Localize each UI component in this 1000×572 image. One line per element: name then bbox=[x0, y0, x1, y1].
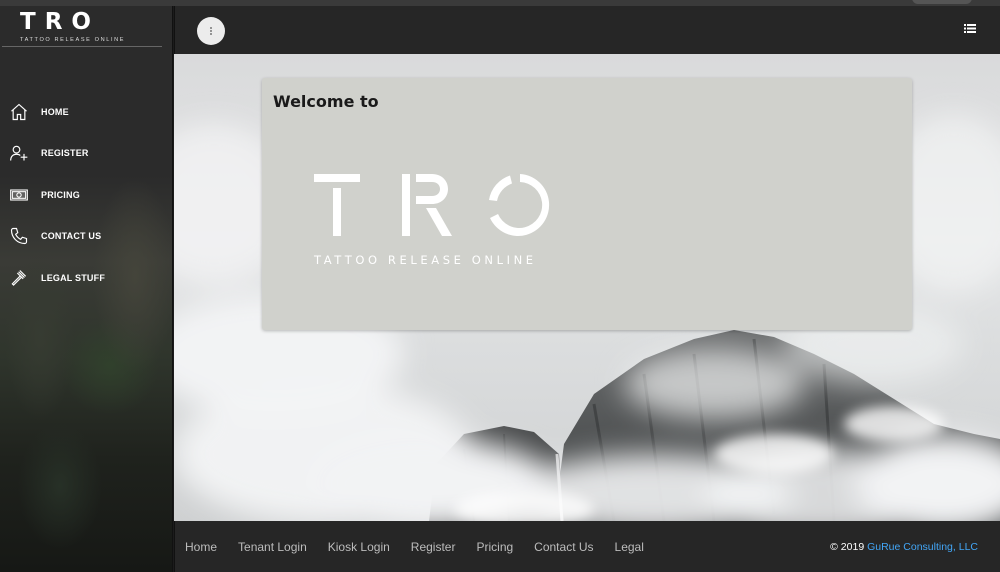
window-handle bbox=[912, 0, 972, 4]
copyright-prefix: © 2019 bbox=[830, 541, 868, 553]
list-view-icon[interactable] bbox=[964, 23, 976, 35]
footer-link-home[interactable]: Home bbox=[185, 540, 217, 554]
brand-logo-text: TRO bbox=[20, 9, 100, 35]
sidebar-item-label: CONTACT US bbox=[41, 231, 102, 242]
tro-logo-mark bbox=[314, 174, 550, 236]
card-logo: TATTOO RELEASE ONLINE bbox=[314, 174, 554, 274]
sidebar-item-label: HOME bbox=[41, 106, 69, 117]
welcome-card: Welcome to TATTOO RELEASE ONLINE bbox=[262, 78, 912, 330]
footer-link-kiosk-login[interactable]: Kiosk Login bbox=[328, 540, 390, 554]
sidebar-item-label: REGISTER bbox=[41, 148, 89, 159]
brand-tagline: TATTOO RELEASE ONLINE bbox=[20, 37, 126, 43]
phone-icon bbox=[8, 225, 30, 247]
card-logo-tagline: TATTOO RELEASE ONLINE bbox=[314, 253, 537, 267]
footer-links: Home Tenant Login Kiosk Login Register P… bbox=[185, 540, 665, 554]
brand-divider bbox=[2, 46, 162, 47]
more-vertical-icon bbox=[210, 27, 212, 35]
sidebar-nav: HOME REGISTER PRICING CONTACT US LEGAL S… bbox=[8, 91, 168, 299]
sidebar-item-contact-us[interactable]: CONTACT US bbox=[8, 216, 168, 258]
footer-link-pricing[interactable]: Pricing bbox=[476, 540, 513, 554]
more-menu-button[interactable] bbox=[197, 17, 225, 45]
footer-link-legal[interactable]: Legal bbox=[615, 540, 644, 554]
money-icon bbox=[8, 184, 30, 206]
hero-section: Welcome to TATTOO RELEASE ONLINE bbox=[174, 54, 1000, 521]
gavel-icon bbox=[8, 267, 30, 289]
sidebar-item-register[interactable]: REGISTER bbox=[8, 133, 168, 175]
footer: Home Tenant Login Kiosk Login Register P… bbox=[174, 521, 1000, 572]
footer-link-register[interactable]: Register bbox=[411, 540, 456, 554]
sidebar-item-label: LEGAL STUFF bbox=[41, 272, 106, 283]
footer-link-tenant-login[interactable]: Tenant Login bbox=[238, 540, 307, 554]
sidebar: TRO TATTOO RELEASE ONLINE HOME REGISTER … bbox=[0, 6, 173, 572]
sidebar-item-pricing[interactable]: PRICING bbox=[8, 174, 168, 216]
footer-link-contact-us[interactable]: Contact Us bbox=[534, 540, 593, 554]
sidebar-item-label: PRICING bbox=[41, 189, 80, 200]
company-link[interactable]: GuRue Consulting, LLC bbox=[867, 541, 978, 553]
top-bar bbox=[174, 6, 1000, 54]
sidebar-item-legal-stuff[interactable]: LEGAL STUFF bbox=[8, 257, 168, 299]
add-user-icon bbox=[8, 142, 30, 164]
copyright: © 2019 GuRue Consulting, LLC bbox=[830, 541, 978, 553]
brand-logo[interactable]: TRO TATTOO RELEASE ONLINE bbox=[20, 9, 165, 46]
welcome-title: Welcome to bbox=[273, 92, 379, 111]
home-icon bbox=[8, 101, 30, 123]
sidebar-item-home[interactable]: HOME bbox=[8, 91, 168, 133]
